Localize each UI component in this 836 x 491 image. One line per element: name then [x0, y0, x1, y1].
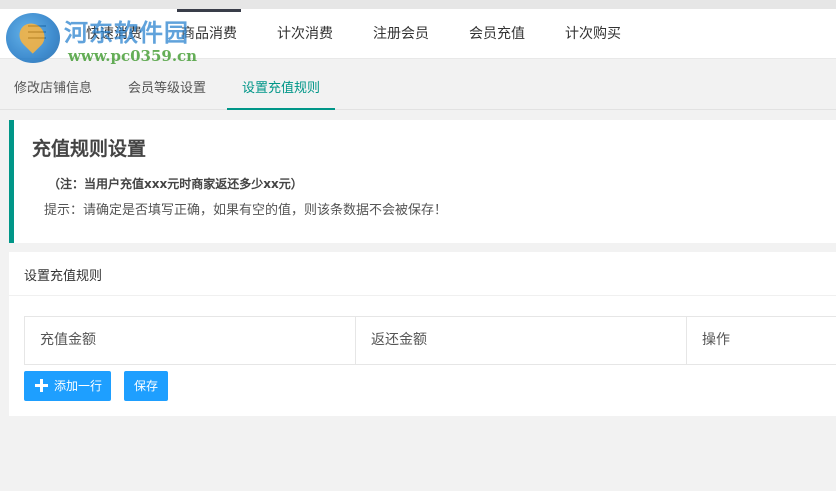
column-operation: 操作	[702, 332, 730, 348]
notice-title: 充值规则设置	[32, 138, 147, 160]
watermark-url: www.pc0359.cn	[68, 47, 198, 65]
save-button[interactable]: 保存	[124, 371, 168, 401]
column-return-amount: 返还金额	[356, 317, 687, 364]
nav-count-consume[interactable]: 计次消费	[277, 9, 333, 59]
nav-member-recharge[interactable]: 会员充值	[469, 9, 525, 59]
watermark-logo: 河东软件园 www.pc0359.cn	[2, 9, 212, 69]
logo-emblem-icon	[6, 13, 60, 63]
recharge-rules-panel: 设置充值规则 充值金额 返还金额 操作 添加一行 保存	[9, 252, 836, 416]
plus-icon	[35, 379, 48, 392]
rules-table: 充值金额 返还金额 操作	[24, 316, 836, 365]
nav-register-member[interactable]: 注册会员	[373, 9, 429, 59]
tab-member-level[interactable]: 会员等级设置	[128, 67, 206, 110]
panel-title: 设置充值规则	[24, 269, 103, 284]
notice-note: （注：当用户充值xxx元时商家返还多少xx元）	[48, 177, 303, 191]
add-row-button[interactable]: 添加一行	[24, 371, 111, 401]
notice-tip: 提示：请确定是否填写正确，如果有空的值，则该条数据不会被保存！	[44, 203, 448, 218]
tab-recharge-rules[interactable]: 设置充值规则	[227, 67, 336, 110]
notice-box: 充值规则设置 （注：当用户充值xxx元时商家返还多少xx元） 提示：请确定是否填…	[9, 120, 836, 243]
nav-count-purchase[interactable]: 计次购买	[565, 9, 621, 59]
watermark-title: 河东软件园	[64, 18, 189, 47]
tab-shop-info[interactable]: 修改店铺信息	[14, 67, 92, 110]
window-top-strip	[0, 0, 836, 9]
settings-tabs: 修改店铺信息 会员等级设置 设置充值规则	[0, 67, 836, 110]
add-row-label: 添加一行	[54, 379, 103, 393]
panel-header: 设置充值规则	[9, 252, 836, 296]
column-recharge-amount: 充值金额	[25, 317, 356, 364]
